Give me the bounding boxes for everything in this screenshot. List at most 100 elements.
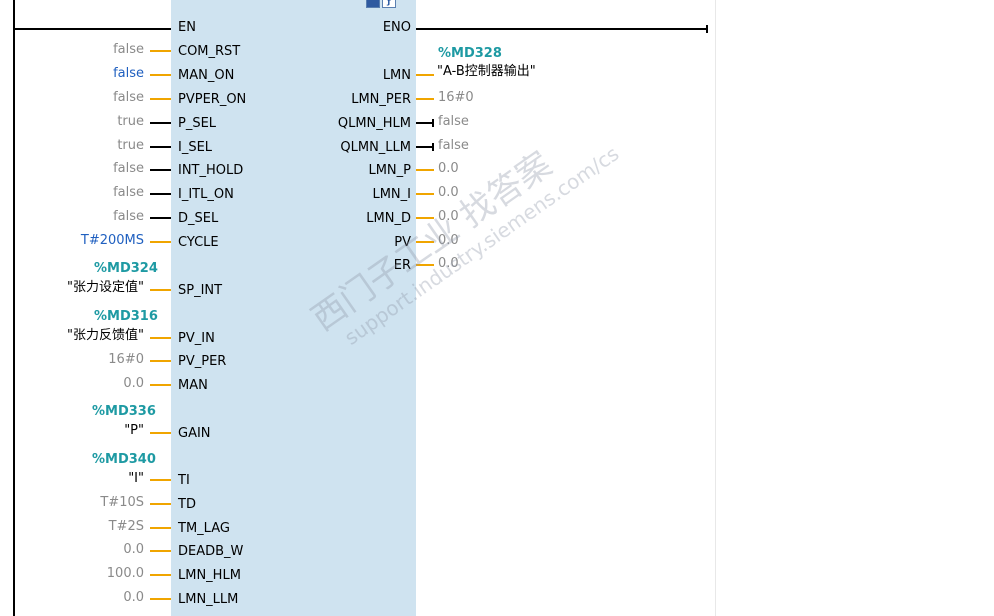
pin-tm-lag: TM_LAG <box>178 521 230 536</box>
pin-i-itl-on: I_ITL_ON <box>178 187 234 202</box>
wire-deadb-w <box>150 550 171 552</box>
value-i-sel[interactable]: true <box>117 138 144 154</box>
pin-lmn-d: LMN_D <box>366 211 411 226</box>
wire-int-hold <box>150 169 171 171</box>
en-power-line <box>13 28 171 30</box>
value-tm-lag[interactable]: T#2S <box>109 519 144 535</box>
pin-pvper-on: PVPER_ON <box>178 92 247 107</box>
pin-qlmn-hlm: QLMN_HLM <box>337 116 411 131</box>
value-pvper-on[interactable]: false <box>113 90 144 106</box>
value-d-sel[interactable]: false <box>113 209 144 225</box>
value-qlmn-llm[interactable]: false <box>438 138 469 154</box>
wire-man <box>150 384 171 386</box>
wire-gain <box>150 432 171 434</box>
pin-deadb-w: DEADB_W <box>178 544 244 559</box>
pin-lmn: LMN <box>382 68 411 83</box>
address-lmn[interactable]: %MD328 <box>438 46 502 62</box>
value-cycle[interactable]: T#200MS <box>81 233 144 249</box>
value-lmn-i[interactable]: 0.0 <box>438 185 459 201</box>
address-sp-int[interactable]: %MD324 <box>94 261 158 277</box>
value-td[interactable]: T#10S <box>100 495 144 511</box>
value-lmn-hlm[interactable]: 100.0 <box>107 566 144 582</box>
value-com-rst[interactable]: false <box>113 42 144 58</box>
pin-d-sel: D_SEL <box>178 211 219 226</box>
settings-icon[interactable]: ƒ <box>382 0 396 8</box>
pin-sp-int: SP_INT <box>178 283 223 298</box>
wire-td <box>150 503 171 505</box>
power-rail-left <box>13 0 15 616</box>
value-i-itl-on[interactable]: false <box>113 185 144 201</box>
pin-i-sel: I_SEL <box>178 140 213 155</box>
wire-lmn-llm <box>150 598 171 600</box>
value-qlmn-hlm[interactable]: false <box>438 114 469 130</box>
wire-lmn <box>416 74 434 76</box>
pin-com-rst: COM_RST <box>178 44 241 59</box>
pin-lmn-i: LMN_I <box>372 187 411 202</box>
wire-lmn-per <box>416 98 434 100</box>
pin-lmn-hlm: LMN_HLM <box>178 568 241 583</box>
wire-er <box>416 264 434 266</box>
wire-pvper-on <box>150 98 171 100</box>
wire-p-sel <box>150 122 171 124</box>
wire-d-sel <box>150 217 171 219</box>
pin-cycle: CYCLE <box>178 235 219 250</box>
value-pv[interactable]: 0.0 <box>438 233 459 249</box>
address-ti[interactable]: %MD340 <box>92 452 156 468</box>
value-er[interactable]: 0.0 <box>438 256 459 272</box>
pin-td: TD <box>178 497 196 512</box>
wire-pv-per <box>150 360 171 362</box>
wire-lmn-i <box>416 193 434 195</box>
wire-cycle <box>150 241 171 243</box>
value-sp-int[interactable]: "张力设定值" <box>67 280 144 296</box>
pin-p-sel: P_SEL <box>178 116 217 131</box>
pin-lmn-p: LMN_P <box>368 163 411 178</box>
wire-qlmn-hlm-end <box>432 119 434 127</box>
value-int-hold[interactable]: false <box>113 161 144 177</box>
wire-pv <box>416 241 434 243</box>
value-lmn-llm[interactable]: 0.0 <box>123 590 144 606</box>
pin-gain: GAIN <box>178 426 211 441</box>
value-ti[interactable]: "I" <box>128 471 144 487</box>
block-header-icons: ƒ <box>366 0 396 9</box>
wire-sp-int <box>150 289 171 291</box>
pin-man: MAN <box>178 378 208 393</box>
eno-line-end-tick <box>706 25 708 33</box>
value-gain[interactable]: "P" <box>124 423 144 439</box>
pin-pv-per: PV_PER <box>178 354 227 369</box>
wire-man-on <box>150 74 171 76</box>
wire-ti <box>150 479 171 481</box>
value-lmn-d[interactable]: 0.0 <box>438 209 459 225</box>
address-pv-in[interactable]: %MD316 <box>94 309 158 325</box>
pin-eno[interactable]: ENO <box>383 20 411 36</box>
pin-pv-in: PV_IN <box>178 331 215 346</box>
pin-lmn-per: LMN_PER <box>351 92 411 107</box>
value-pv-in[interactable]: "张力反馈值" <box>67 328 144 344</box>
value-lmn[interactable]: "A-B控制器输出" <box>437 64 536 80</box>
wire-qlmn-llm-end <box>432 143 434 151</box>
wire-tm-lag <box>150 527 171 529</box>
pin-qlmn-llm: QLMN_LLM <box>340 140 411 155</box>
pin-en[interactable]: EN <box>178 20 196 36</box>
value-p-sel[interactable]: true <box>117 114 144 130</box>
pin-lmn-llm: LMN_LLM <box>178 592 239 607</box>
value-lmn-p[interactable]: 0.0 <box>438 161 459 177</box>
value-pv-per[interactable]: 16#0 <box>108 352 144 368</box>
eno-power-line <box>416 28 707 30</box>
wire-lmn-d <box>416 217 434 219</box>
pin-int-hold: INT_HOLD <box>178 163 244 178</box>
display-icon[interactable] <box>366 0 380 8</box>
wire-pv-in <box>150 337 171 339</box>
pin-pv: PV <box>394 235 411 250</box>
wire-i-sel <box>150 146 171 148</box>
value-man-on[interactable]: false <box>113 66 144 82</box>
wire-lmn-hlm <box>150 574 171 576</box>
value-lmn-per[interactable]: 16#0 <box>438 90 474 106</box>
pin-er: ER <box>393 258 411 273</box>
value-man[interactable]: 0.0 <box>123 376 144 392</box>
value-deadb-w[interactable]: 0.0 <box>123 542 144 558</box>
pin-man-on: MAN_ON <box>178 68 235 83</box>
address-gain[interactable]: %MD336 <box>92 404 156 420</box>
wire-lmn-p <box>416 169 434 171</box>
page-edge <box>715 0 716 616</box>
wire-i-itl-on <box>150 193 171 195</box>
